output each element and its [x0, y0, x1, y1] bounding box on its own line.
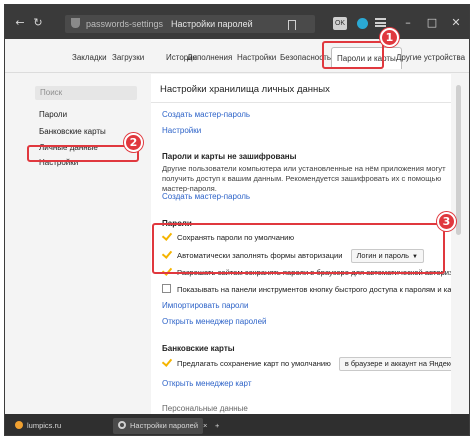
tab-lumpics[interactable]: lumpics.ru: [15, 419, 61, 433]
open-password-manager-link[interactable]: Открыть менеджер паролей: [162, 317, 267, 326]
cards-select-value: в браузере и аккаунт на Яндексе: [344, 359, 451, 368]
personal-data-heading: Персональные данные: [162, 404, 248, 413]
gear-icon: [118, 421, 126, 429]
divider: [151, 102, 451, 103]
tab-bookmarks[interactable]: Закладки: [72, 53, 107, 62]
offer-save-cards-option[interactable]: Предлагать сохранение карт по умолчанию в…: [162, 357, 451, 371]
sidebar-item-passwords[interactable]: Пароли: [39, 110, 67, 119]
tab-password-settings-label: Настройки паролей: [130, 421, 199, 430]
site-favicon-icon: [15, 421, 23, 429]
search-input[interactable]: Поиск: [35, 86, 137, 100]
show-button-option[interactable]: Показывать на панели инструментов кнопку…: [162, 284, 451, 296]
highlight-box-tab: [322, 41, 384, 69]
tab-password-settings[interactable]: Настройки паролей: [113, 418, 204, 434]
show-button-label: Показывать на панели инструментов кнопку…: [177, 285, 451, 294]
create-master-password-link[interactable]: Создать мастер-пароль: [162, 110, 250, 119]
minimize-icon[interactable]: –: [401, 16, 415, 30]
back-icon[interactable]: ←: [13, 16, 27, 30]
annotation-badge-1: 1: [380, 28, 399, 47]
new-tab-icon[interactable]: +: [215, 419, 219, 433]
settings-tabs: Закладки Загрузки История Дополнения Нас…: [5, 39, 469, 73]
sidebar-item-cards[interactable]: Банковские карты: [39, 127, 106, 136]
tab-downloads[interactable]: Загрузки: [112, 53, 144, 62]
open-cards-manager-link[interactable]: Открыть менеджер карт: [162, 379, 251, 388]
unencrypted-heading: Пароли и карты не зашифрованы: [162, 152, 297, 161]
menu-icon[interactable]: [375, 18, 386, 27]
extension-badge[interactable]: OK: [333, 17, 347, 30]
tab-settings[interactable]: Настройки: [237, 53, 276, 62]
address-bar[interactable]: passwords-settings Настройки паролей: [65, 15, 315, 33]
check-icon[interactable]: [162, 358, 171, 367]
maximize-icon[interactable]: □: [425, 16, 439, 30]
shield-icon: [71, 18, 80, 28]
create-master-password-link-2[interactable]: Создать мастер-пароль: [162, 192, 250, 201]
highlight-box-sidebar: [27, 145, 139, 162]
address-url: passwords-settings: [86, 19, 164, 29]
extension-icon[interactable]: [357, 18, 368, 29]
sidebar: Поиск Пароли Банковские карты Личные дан…: [5, 74, 145, 414]
unencrypted-text: Другие пользователи компьютера или устан…: [162, 164, 446, 193]
tab-other-devices[interactable]: Другие устройства: [396, 53, 465, 62]
close-tab-icon[interactable]: ×: [203, 419, 207, 433]
tab-lumpics-label: lumpics.ru: [27, 421, 62, 430]
tab-addons[interactable]: Дополнения: [187, 53, 232, 62]
page-title: Настройки хранилища личных данных: [160, 84, 330, 95]
browser-window: ← ↻ passwords-settings Настройки паролей …: [4, 4, 470, 436]
scrollbar[interactable]: [456, 85, 461, 235]
highlight-box-options: [152, 223, 445, 274]
checkbox-icon[interactable]: [162, 284, 171, 293]
bookmark-icon[interactable]: [288, 20, 296, 30]
title-bar: ← ↻ passwords-settings Настройки паролей …: [5, 5, 469, 39]
cards-heading: Банковские карты: [162, 344, 235, 353]
annotation-badge-2: 2: [124, 133, 143, 152]
bottom-tab-bar: lumpics.ru Настройки паролей × +: [5, 414, 469, 435]
settings-link[interactable]: Настройки: [162, 126, 201, 135]
offer-save-cards-label: Предлагать сохранение карт по умолчанию: [177, 359, 331, 368]
import-passwords-link[interactable]: Импортировать пароли: [162, 301, 248, 310]
cards-select[interactable]: в браузере и аккаунт на Яндексе▼: [338, 357, 451, 371]
annotation-badge-3: 3: [437, 212, 456, 231]
reload-icon[interactable]: ↻: [31, 16, 45, 30]
address-page-title: Настройки паролей: [171, 19, 253, 29]
close-icon[interactable]: ✕: [449, 16, 463, 30]
